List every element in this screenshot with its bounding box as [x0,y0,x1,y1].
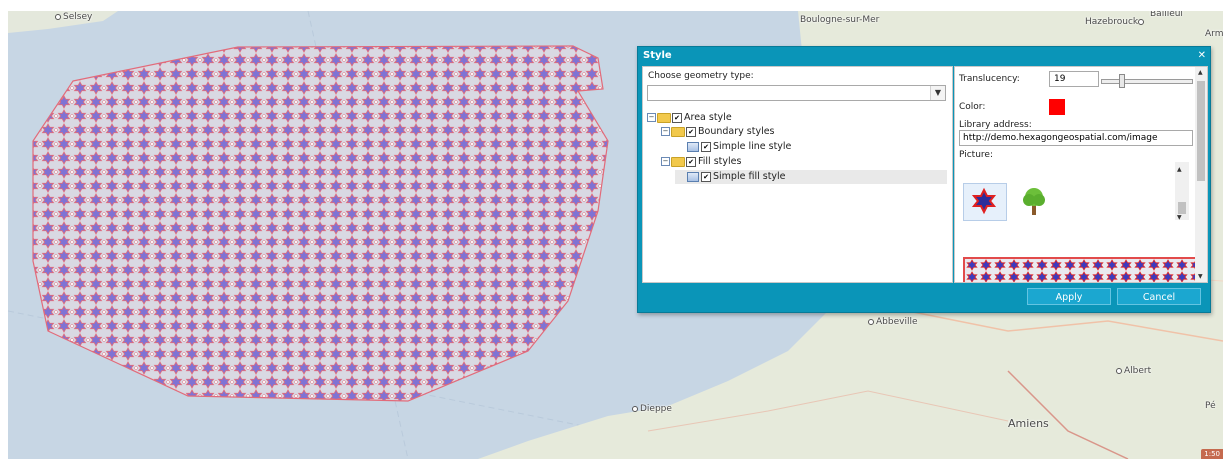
style-properties-pane: Translucency: 19 Color: Library address:… [954,66,1208,283]
checkbox[interactable]: ✔ [686,156,696,167]
style-icon [687,141,699,152]
geometry-tree-pane: Choose geometry type: ▼ − ✔ Area style − ✔ B… [642,66,953,283]
close-icon[interactable]: ✕ [1198,47,1206,65]
tree-node-simple-fill-style[interactable]: ✔ Simple fill style [675,170,947,184]
checkbox[interactable]: ✔ [672,112,682,123]
place-label-armen: Armen [1205,29,1223,39]
picture-label: Picture: [959,150,993,160]
apply-button[interactable]: Apply [1027,288,1111,305]
tree-icon[interactable] [1013,183,1055,219]
fill-style-preview [963,257,1203,282]
scroll-down-icon[interactable]: ▼ [1198,273,1203,280]
place-label-bailleul: Bailleul [1150,11,1183,19]
tree-node-label: Simple line style [713,141,792,152]
tree-node-label: Boundary styles [698,126,775,137]
scale-badge: 1:50 [1201,449,1223,459]
place-label-hazebrouck: Hazebrouck [1085,17,1146,27]
collapse-icon[interactable]: − [661,157,670,166]
style-dialog[interactable]: Style ✕ Choose geometry type: ▼ − ✔ Area s… [637,46,1211,313]
tree-node-simple-line-style[interactable]: ✔ Simple line style [687,140,791,154]
picture-gallery[interactable] [959,162,1189,221]
star-pattern-icon[interactable] [963,183,1007,221]
checkbox[interactable]: ✔ [686,126,696,137]
place-label-abbeville: Abbeville [868,317,917,327]
tree-node-label: Fill styles [698,156,742,167]
style-icon [687,171,699,182]
place-label-albert: Albert [1116,366,1151,376]
tree-node-boundary-styles[interactable]: − ✔ Boundary styles [661,125,775,139]
tree-node-area-style[interactable]: − ✔ Area style [647,111,732,125]
scroll-down-icon[interactable]: ▼ [1177,214,1182,221]
folder-icon [671,126,685,137]
styled-area-polygon[interactable] [32,45,609,402]
folder-icon [657,112,671,123]
translucency-input[interactable]: 19 [1049,71,1099,87]
library-address-input[interactable]: http://demo.hexagongeospatial.com/image [959,130,1193,146]
scroll-up-icon[interactable]: ▲ [1198,69,1203,76]
collapse-icon[interactable]: − [661,127,670,136]
color-swatch[interactable] [1049,99,1065,115]
geometry-type-select[interactable]: ▼ [647,85,946,101]
collapse-icon[interactable]: − [647,113,656,122]
folder-icon [671,156,685,167]
place-label-dieppe: Dieppe [632,404,672,414]
place-label-amiens: Amiens [1008,417,1049,430]
translucency-label: Translucency: [959,74,1020,84]
tree-node-label: Area style [684,112,732,123]
cancel-button[interactable]: Cancel [1117,288,1201,305]
geometry-type-label: Choose geometry type: [648,71,754,81]
place-label-pe: Pé [1205,401,1216,411]
place-label-selsey: Selsey [55,12,92,22]
scroll-thumb[interactable] [1178,202,1186,214]
translucency-slider[interactable] [1101,74,1193,88]
tree-node-fill-styles[interactable]: − ✔ Fill styles [661,155,741,169]
library-address-label: Library address: [959,120,1032,130]
scroll-up-icon[interactable]: ▲ [1177,166,1182,173]
dialog-title: Style [643,50,672,61]
slider-thumb[interactable] [1119,74,1125,88]
place-label-boulogne: Boulogne-sur-Mer [800,15,880,25]
checkbox[interactable]: ✔ [701,141,711,152]
chevron-down-icon[interactable]: ▼ [930,86,945,100]
tree-node-label: Simple fill style [713,171,786,182]
picture-scrollbar[interactable]: ▲ ▼ [1175,162,1189,221]
scroll-thumb[interactable] [1197,81,1205,181]
properties-scrollbar[interactable]: ▲ ▼ [1195,67,1207,282]
checkbox[interactable]: ✔ [701,171,711,182]
color-label: Color: [959,102,986,112]
